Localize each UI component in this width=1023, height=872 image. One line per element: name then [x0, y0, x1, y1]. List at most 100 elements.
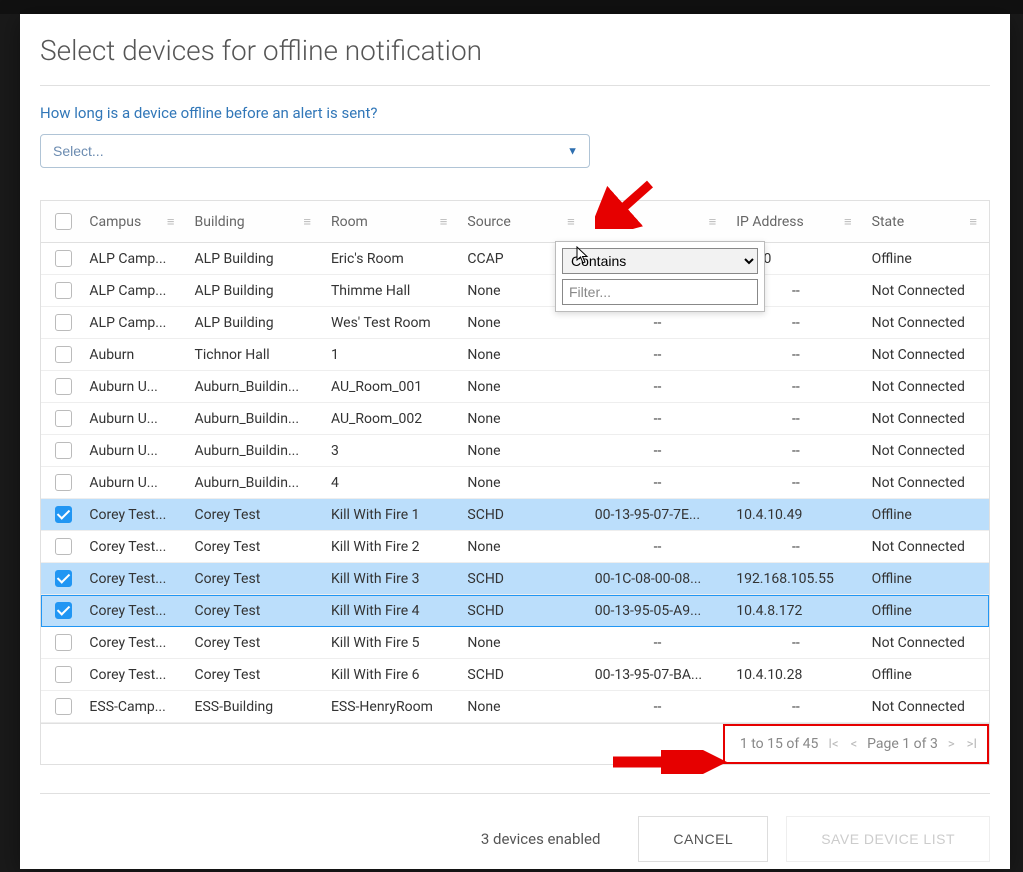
cell-mac: -- [587, 691, 728, 723]
cell-state: Not Connected [864, 339, 989, 371]
select-all-checkbox[interactable] [55, 213, 72, 230]
table-row[interactable]: Corey Test...Corey TestKill With Fire 5N… [41, 627, 989, 659]
table-row[interactable]: Corey Test...Corey TestKill With Fire 6S… [41, 659, 989, 691]
row-checkbox-cell[interactable] [41, 275, 81, 307]
table-row[interactable]: Auburn U...Auburn_Buildin...4None----Not… [41, 467, 989, 499]
row-checkbox-cell[interactable] [41, 691, 81, 723]
header-state[interactable]: State≡ [864, 201, 989, 243]
filter-input[interactable] [562, 279, 758, 305]
row-checkbox-cell[interactable] [41, 339, 81, 371]
cell-campus: Auburn U... [81, 467, 186, 499]
row-checkbox-cell[interactable] [41, 563, 81, 595]
column-menu-icon[interactable]: ≡ [567, 214, 575, 230]
cell-ip: -- [728, 339, 863, 371]
modal-title: Select devices for offline notification [40, 34, 990, 67]
row-checkbox-cell[interactable] [41, 659, 81, 691]
devices-enabled-label: 3 devices enabled [481, 830, 601, 848]
row-checkbox-cell[interactable] [41, 627, 81, 659]
cell-campus: Corey Test... [81, 595, 186, 627]
column-menu-icon[interactable]: ≡ [844, 214, 852, 230]
row-checkbox[interactable] [55, 570, 72, 587]
cell-building: ESS-Building [187, 691, 323, 723]
cell-room: 4 [323, 467, 459, 499]
cell-mac: -- [587, 371, 728, 403]
table-row[interactable]: Auburn U...Auburn_Buildin...AU_Room_001N… [41, 371, 989, 403]
cell-building: Auburn_Buildin... [187, 371, 323, 403]
header-campus[interactable]: Campus≡ [81, 201, 186, 243]
offline-duration-select[interactable]: Select... ▼ [40, 134, 590, 168]
row-checkbox-cell[interactable] [41, 467, 81, 499]
row-checkbox-cell[interactable] [41, 243, 81, 275]
row-checkbox[interactable] [55, 602, 72, 619]
pager-first-icon[interactable]: I< [826, 737, 840, 752]
row-checkbox[interactable] [55, 506, 72, 523]
header-ip[interactable]: IP Address≡ [728, 201, 863, 243]
modal-dialog: Select devices for offline notification … [20, 14, 1010, 869]
pager-prev-icon[interactable]: < [849, 737, 860, 752]
table-row[interactable]: ALP Camp...ALP BuildingWes' Test RoomNon… [41, 307, 989, 339]
cell-campus: Auburn U... [81, 435, 186, 467]
table-row[interactable]: Corey Test...Corey TestKill With Fire 3S… [41, 563, 989, 595]
table-row[interactable]: Corey Test...Corey TestKill With Fire 4S… [41, 595, 989, 627]
filter-mode-select[interactable]: Contains [562, 248, 758, 274]
row-checkbox[interactable] [55, 634, 72, 651]
column-menu-icon[interactable]: ≡ [969, 214, 977, 230]
header-checkbox-cell[interactable] [41, 201, 81, 243]
cell-campus: Corey Test... [81, 499, 186, 531]
row-checkbox-cell[interactable] [41, 531, 81, 563]
select-button[interactable]: Select... [40, 134, 590, 168]
row-checkbox[interactable] [55, 346, 72, 363]
column-filter-popup[interactable]: Contains [555, 241, 765, 312]
row-checkbox-cell[interactable] [41, 435, 81, 467]
table-row[interactable]: ALP Camp...ALP BuildingEric's RoomCCAP0.… [41, 243, 989, 275]
row-checkbox-cell[interactable] [41, 499, 81, 531]
cell-state: Offline [864, 563, 989, 595]
header-building[interactable]: Building≡ [187, 201, 323, 243]
cell-source: SCHD [459, 499, 586, 531]
row-checkbox[interactable] [55, 666, 72, 683]
table-row[interactable]: ALP Camp...ALP BuildingThimme HallNone--… [41, 275, 989, 307]
cell-state: Not Connected [864, 627, 989, 659]
column-menu-icon[interactable]: ≡ [303, 214, 311, 230]
cell-ip: 10.4.10.28 [728, 659, 863, 691]
row-checkbox-cell[interactable] [41, 307, 81, 339]
header-source[interactable]: Source≡ [459, 201, 586, 243]
table-row[interactable]: Corey Test...Corey TestKill With Fire 2N… [41, 531, 989, 563]
cell-mac: 00-13-95-07-BA... [587, 659, 728, 691]
cell-ip: -- [728, 371, 863, 403]
column-menu-icon[interactable]: ≡ [709, 214, 717, 230]
row-checkbox-cell[interactable] [41, 403, 81, 435]
row-checkbox[interactable] [55, 474, 72, 491]
row-checkbox[interactable] [55, 538, 72, 555]
row-checkbox-cell[interactable] [41, 595, 81, 627]
row-checkbox[interactable] [55, 250, 72, 267]
table-row[interactable]: Auburn U...Auburn_Buildin...3None----Not… [41, 435, 989, 467]
cell-building: Tichnor Hall [187, 339, 323, 371]
pager-next-icon[interactable]: > [946, 737, 957, 752]
row-checkbox[interactable] [55, 442, 72, 459]
row-checkbox[interactable] [55, 698, 72, 715]
cancel-button[interactable]: CANCEL [638, 816, 768, 862]
cell-room: 1 [323, 339, 459, 371]
row-checkbox[interactable] [55, 282, 72, 299]
column-menu-icon[interactable]: ≡ [167, 214, 175, 230]
row-checkbox-cell[interactable] [41, 371, 81, 403]
cell-state: Offline [864, 659, 989, 691]
cell-source: None [459, 371, 586, 403]
row-checkbox[interactable] [55, 410, 72, 427]
cell-ip: 192.168.105.55 [728, 563, 863, 595]
table-row[interactable]: Auburn U...Auburn_Buildin...AU_Room_002N… [41, 403, 989, 435]
cell-source: None [459, 627, 586, 659]
column-menu-icon[interactable]: ≡ [440, 214, 448, 230]
table-row[interactable]: ESS-Camp...ESS-BuildingESS-HenryRoomNone… [41, 691, 989, 723]
table-row[interactable]: AuburnTichnor Hall1None----Not Connected [41, 339, 989, 371]
offline-duration-label: How long is a device offline before an a… [40, 104, 990, 122]
header-room[interactable]: Room≡ [323, 201, 459, 243]
save-device-list-button[interactable]: SAVE DEVICE LIST [786, 816, 990, 862]
pager-last-icon[interactable]: >I [965, 737, 979, 752]
table-row[interactable]: Corey Test...Corey TestKill With Fire 1S… [41, 499, 989, 531]
row-checkbox[interactable] [55, 378, 72, 395]
row-checkbox[interactable] [55, 314, 72, 331]
header-mac[interactable]: MAC≡ [587, 201, 728, 243]
cell-source: None [459, 435, 586, 467]
